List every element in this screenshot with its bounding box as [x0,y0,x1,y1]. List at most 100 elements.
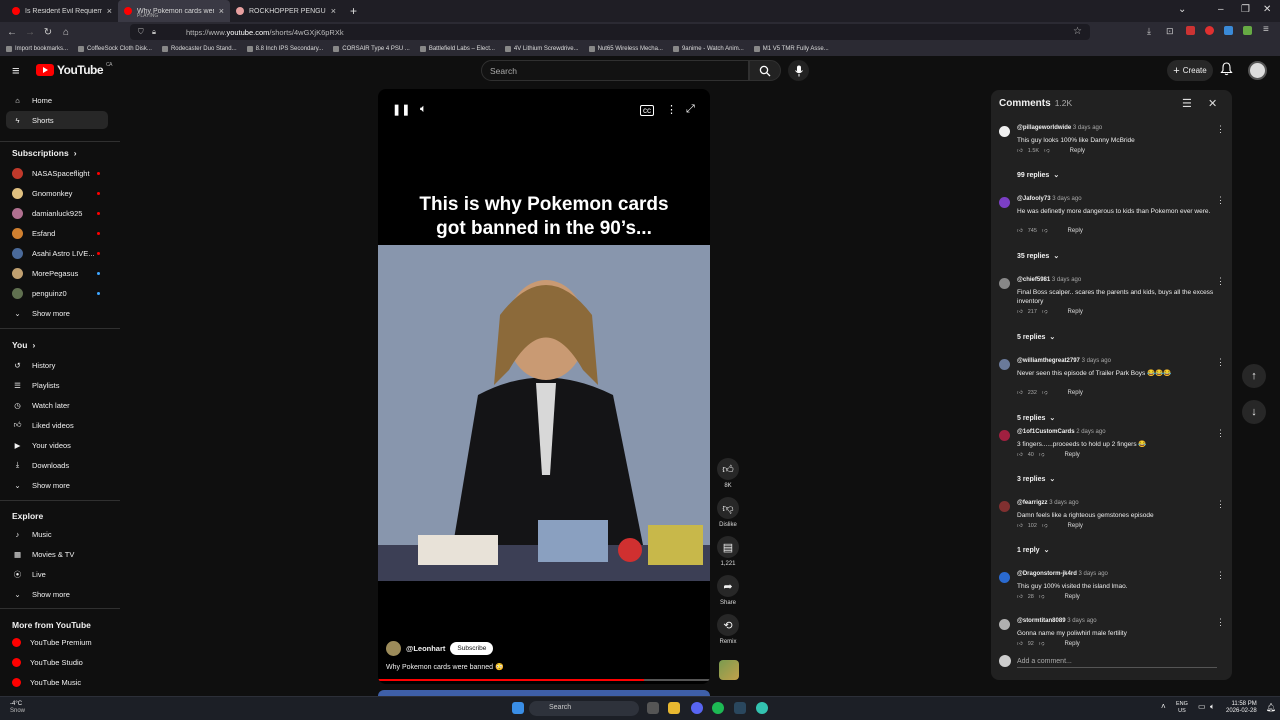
share-button[interactable]: ➦ Share [717,575,739,606]
comment-dislike-icon[interactable]: 👎︎ [1039,641,1045,647]
view-replies-button[interactable]: 5 replies ⌄ [1017,333,1055,342]
volume-icon[interactable]: 🔈︎ [420,103,427,116]
you-show-more[interactable]: ⌄ Show more [6,476,108,494]
extension-youtube-icon[interactable] [1205,26,1214,35]
comment-like-icon[interactable]: 👍︎ [1017,523,1023,529]
sidebar-item[interactable]: ϟ Shorts [6,111,108,129]
extension-red-icon[interactable] [1186,26,1195,35]
subscribe-button[interactable]: Subscribe [450,642,494,655]
tray-chevron-icon[interactable]: ˄ [1161,702,1166,711]
spotify-icon[interactable] [712,702,724,714]
view-replies-button[interactable]: 1 reply ⌄ [1017,546,1049,555]
comment-menu-icon[interactable]: ⋮ [1216,499,1225,510]
browser-tab[interactable]: Is Resident Evil Requiem Good × [6,0,118,22]
back-icon[interactable]: ← [3,27,21,38]
tab-close-icon[interactable]: × [331,6,336,16]
speaker-icon[interactable]: 🔈︎ [1210,702,1215,712]
close-icon[interactable]: ✕ [1208,97,1217,110]
view-replies-button[interactable]: 99 replies ⌄ [1017,171,1059,180]
language-indicator[interactable]: ENG US [1176,701,1188,715]
add-comment-input[interactable]: Add a comment... [1017,658,1072,665]
sidebar-item[interactable]: ♪ Music [6,525,108,543]
forward-icon[interactable]: → [21,27,39,38]
comment-dislike-icon[interactable]: 👎︎ [1039,594,1045,600]
guide-menu-icon[interactable]: ≡ [12,63,20,78]
taskbar-search[interactable]: Search [529,701,639,716]
voice-search-button[interactable] [788,60,809,81]
sidebar-item[interactable]: ⦿ Live [6,565,108,583]
comment-author[interactable]: @pillageworldwide [1017,125,1071,131]
comment-dislike-icon[interactable]: 👎︎ [1042,309,1048,315]
comment-menu-icon[interactable]: ⋮ [1216,357,1225,368]
commenter-avatar[interactable] [999,501,1010,512]
comment-menu-icon[interactable]: ⋮ [1216,195,1225,206]
sidebar-item[interactable]: ↺ History [6,356,108,374]
start-icon[interactable] [512,702,524,714]
bookmark-item[interactable]: CoffeeSock Cloth Disk... [78,46,152,52]
comment-author[interactable]: @Dragonstorm-jk4rd [1017,571,1077,577]
commenter-avatar[interactable] [999,278,1010,289]
shield-icon[interactable]: ⛉ [138,27,144,37]
bookmark-star-icon[interactable]: ☆ [1073,26,1082,37]
close-window-button[interactable]: ✕ [1263,4,1271,15]
comment-reply-button[interactable]: Reply [1064,641,1079,647]
browser-taskbar-icon[interactable] [756,702,768,714]
extensions-icon[interactable]: ⊡ [1166,26,1174,37]
sidebar-item[interactable]: ☰ Playlists [6,376,108,394]
channel-name[interactable]: @Leonhart [406,644,445,653]
notification-center-icon[interactable]: 🔔︎ [1266,703,1276,712]
comment-like-icon[interactable]: 👍︎ [1017,148,1023,154]
comment-dislike-icon[interactable]: 👎︎ [1042,523,1048,529]
new-tab-button[interactable]: + [350,4,357,18]
comment-dislike-icon[interactable]: 👎︎ [1039,452,1045,458]
comment-menu-icon[interactable]: ⋮ [1216,124,1225,135]
comments-button[interactable]: ▤ 1,221 [717,536,739,567]
youtube-app-item[interactable]: YouTube Music [6,673,108,691]
youtube-app-item[interactable]: YouTube Premium [6,633,108,651]
comment-author[interactable]: @chief5981 [1017,277,1050,283]
comment-dislike-icon[interactable]: 👎︎ [1044,148,1050,154]
subscription-item[interactable]: Esfand [6,224,108,242]
comment-like-icon[interactable]: 👍︎ [1017,309,1023,315]
sidebar-item[interactable]: ▦ Movies & TV [6,545,108,563]
task-view-icon[interactable] [647,702,659,714]
comment-author[interactable]: @1of1CustomCards [1017,429,1075,435]
comment-reply-button[interactable]: Reply [1064,594,1079,600]
tab-close-icon[interactable]: × [107,6,112,16]
commenter-avatar[interactable] [999,619,1010,630]
you-heading[interactable]: You › [12,340,35,350]
subscription-item[interactable]: damianluck925 [6,204,108,222]
comment-dislike-icon[interactable]: 👎︎ [1042,390,1048,396]
sidebar-item[interactable]: ⌂ Home [6,91,108,109]
bookmark-item[interactable]: Rodecaster Duo Stand... [161,46,237,52]
commenter-avatar[interactable] [999,359,1010,370]
extension-green-icon[interactable] [1243,26,1252,35]
bookmark-item[interactable]: Battlefield Labs – Elect... [419,46,495,52]
bookmark-item[interactable]: Import bookmarks... [6,46,68,52]
comment-reply-button[interactable]: Reply [1070,148,1085,154]
progress-bar[interactable] [378,679,710,681]
discord-icon[interactable] [691,702,703,714]
menu-icon[interactable]: ≡ [1263,24,1269,35]
subscription-item[interactable]: Gnomonkey [6,184,108,202]
comment-author[interactable]: @Jafooly73 [1017,196,1051,202]
network-icon[interactable]: ▭ [1198,702,1206,711]
pause-icon[interactable]: ❚❚ [392,103,410,116]
maximize-button[interactable]: ❐ [1241,4,1250,15]
subscription-item[interactable]: Asahi Astro LIVE... [6,244,108,262]
search-button[interactable] [749,60,781,81]
dislike-button[interactable]: 👎︎ Dislike [717,497,739,528]
comment-dislike-icon[interactable]: 👎︎ [1042,228,1048,234]
comment-reply-button[interactable]: Reply [1068,228,1083,234]
clock[interactable]: 11:58 PM 2026-02-28 [1226,701,1257,715]
view-replies-button[interactable]: 35 replies ⌄ [1017,252,1059,261]
bookmark-item[interactable]: M1 V5 TMR Fully Asse... [753,46,829,52]
next-short-button[interactable]: ↓ [1242,400,1266,424]
more-options-icon[interactable]: ⋮ [666,103,677,116]
sidebar-item[interactable]: ⤓ Downloads [6,456,108,474]
comment-menu-icon[interactable]: ⋮ [1216,570,1225,581]
sidebar-item[interactable]: ◷ Watch later [6,396,108,414]
commenter-avatar[interactable] [999,126,1010,137]
browser-tab[interactable]: ROCKHOPPER PENGUIN at Du × [230,0,342,22]
channel-avatar[interactable] [386,641,401,656]
